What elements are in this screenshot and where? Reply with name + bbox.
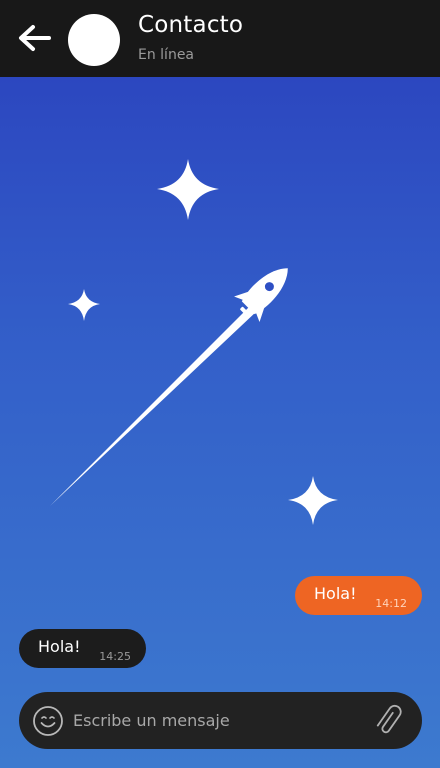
- message-bubble-outgoing[interactable]: Hola! 14:12: [295, 576, 422, 615]
- rocket-trail: [50, 305, 257, 506]
- contact-avatar[interactable]: [68, 14, 120, 66]
- emoji-button[interactable]: [32, 705, 64, 737]
- message-time: 14:12: [375, 597, 407, 610]
- message-bubble-incoming[interactable]: Hola! 14:25: [19, 629, 146, 668]
- chat-header: Contacto En línea: [0, 0, 440, 77]
- message-text: Hola!: [38, 637, 81, 656]
- sparkle-star-icon: [288, 476, 338, 525]
- smiley-icon: [33, 706, 63, 736]
- message-composer: [19, 692, 422, 749]
- message-input[interactable]: [73, 704, 363, 736]
- contact-status: En línea: [138, 47, 195, 63]
- attach-button[interactable]: [369, 700, 409, 740]
- arrow-left-icon: [19, 25, 51, 51]
- message-time: 14:25: [99, 650, 131, 663]
- back-button[interactable]: [16, 22, 52, 54]
- chat-screen: Contacto En línea Hola! 14:12 Hola! 14:2…: [0, 0, 440, 768]
- chat-background-illustration: [50, 159, 338, 525]
- message-text: Hola!: [314, 584, 357, 603]
- rocket-icon: [234, 268, 288, 322]
- contact-name: Contacto: [138, 12, 244, 38]
- paperclip-icon: [376, 704, 402, 734]
- sparkle-star-icon: [68, 289, 100, 321]
- sparkle-star-icon: [157, 159, 219, 220]
